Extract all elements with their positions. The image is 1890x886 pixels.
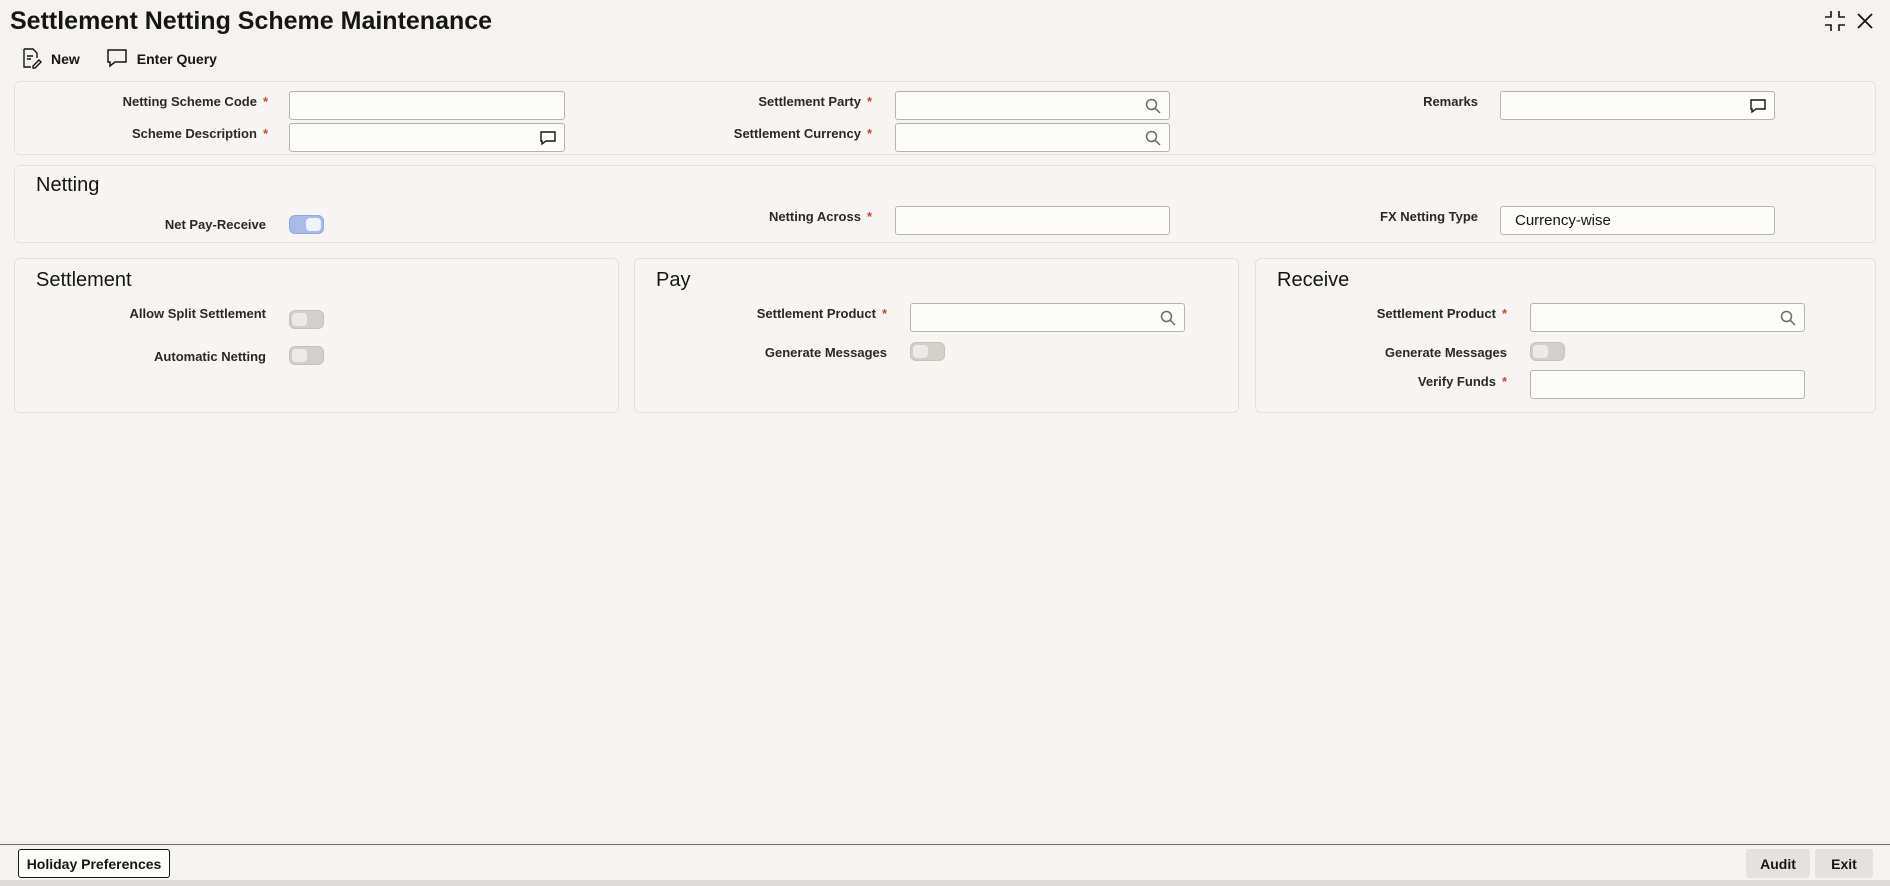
netting-across-label: Netting Across *: [768, 209, 872, 224]
search-icon[interactable]: [1159, 309, 1177, 327]
allow-split-settlement-toggle[interactable]: [289, 310, 324, 329]
settlement-section-title: Settlement: [36, 269, 132, 291]
audit-button[interactable]: Audit: [1746, 849, 1810, 878]
automatic-netting-label: Automatic Netting: [154, 349, 266, 364]
pay-panel: [634, 258, 1239, 413]
net-pay-receive-toggle[interactable]: [289, 215, 324, 234]
settlement-party-field[interactable]: [895, 91, 1170, 120]
pay-generate-messages-toggle[interactable]: [910, 342, 945, 361]
page-title: Settlement Netting Scheme Maintenance: [10, 7, 493, 35]
receive-generate-messages-toggle[interactable]: [1530, 342, 1565, 361]
fx-netting-type-select[interactable]: Currency-wise: [1500, 206, 1775, 235]
automatic-netting-toggle[interactable]: [289, 346, 324, 365]
chat-bubble-icon[interactable]: [1749, 97, 1767, 115]
settlement-currency-field[interactable]: [895, 123, 1170, 152]
enter-query-button[interactable]: Enter Query: [106, 47, 217, 72]
scheme-description-label: Scheme Description *: [131, 126, 268, 141]
net-pay-receive-label: Net Pay-Receive: [164, 217, 266, 232]
remarks-field[interactable]: [1500, 91, 1775, 120]
verify-funds-field[interactable]: [1530, 370, 1805, 399]
search-icon[interactable]: [1144, 129, 1162, 147]
chat-bubble-icon[interactable]: [539, 129, 557, 147]
receive-section-title: Receive: [1277, 269, 1350, 291]
netting-section-title: Netting: [36, 174, 100, 196]
search-icon[interactable]: [1144, 97, 1162, 115]
close-icon[interactable]: [1852, 8, 1878, 34]
bottom-strip: [0, 880, 1890, 886]
scheme-description-field[interactable]: [289, 123, 565, 152]
receive-settlement-product-label: Settlement Product *: [1376, 306, 1507, 321]
netting-scheme-code-label: Netting Scheme Code *: [122, 94, 268, 109]
receive-settlement-product-field[interactable]: [1530, 303, 1805, 332]
collapse-icon[interactable]: [1822, 8, 1848, 34]
receive-generate-messages-label: Generate Messages: [1384, 345, 1507, 360]
settlement-party-label: Settlement Party *: [758, 94, 872, 109]
settlement-currency-label: Settlement Currency *: [733, 126, 872, 141]
pay-generate-messages-label: Generate Messages: [764, 345, 887, 360]
remarks-label: Remarks: [1423, 94, 1478, 109]
chat-bubble-icon: [106, 47, 137, 72]
new-button-label: New: [51, 51, 80, 67]
pay-settlement-product-label: Settlement Product *: [756, 306, 887, 321]
allow-split-settlement-label: Allow Split Settlement: [129, 306, 266, 321]
toolbar: New Enter Query: [20, 46, 243, 72]
search-icon[interactable]: [1779, 309, 1797, 327]
new-button[interactable]: New: [20, 47, 80, 72]
holiday-preferences-button[interactable]: Holiday Preferences: [18, 849, 170, 878]
verify-funds-label: Verify Funds *: [1417, 374, 1507, 389]
pay-settlement-product-field[interactable]: [910, 303, 1185, 332]
fx-netting-type-label: FX Netting Type: [1380, 209, 1478, 224]
pay-section-title: Pay: [656, 269, 691, 291]
new-document-icon: [20, 47, 51, 72]
exit-button[interactable]: Exit: [1815, 849, 1873, 878]
enter-query-label: Enter Query: [136, 51, 217, 67]
netting-across-field[interactable]: [895, 206, 1170, 235]
netting-scheme-code-field[interactable]: [289, 91, 565, 120]
